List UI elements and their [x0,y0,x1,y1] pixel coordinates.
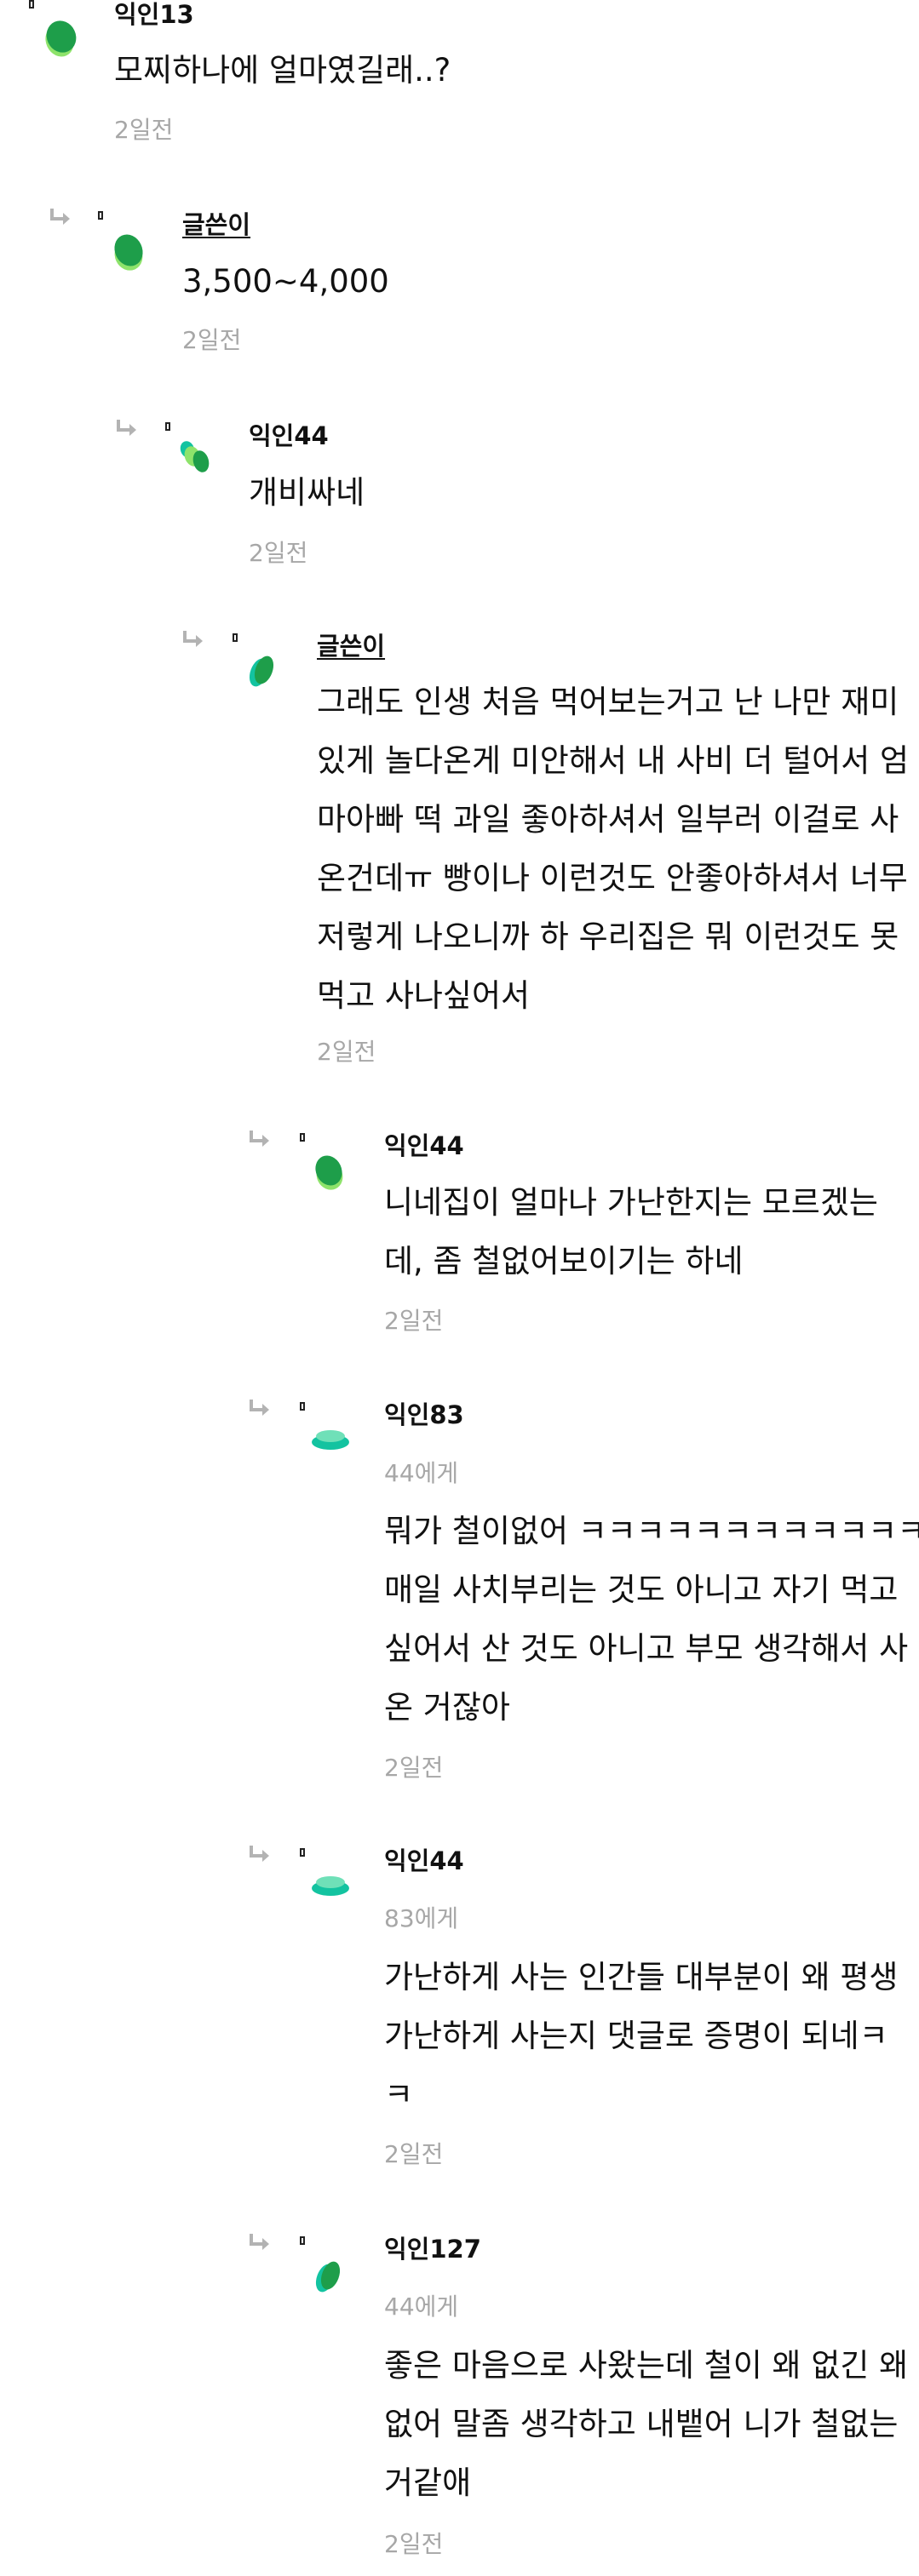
comment-body-line: 개비싸네 [249,474,365,511]
comment-author[interactable]: 글쓴이 [317,634,385,659]
comment-body: 니네집이 얼마나 가난한지는 모르겠는 데, 좀 철없어보이기는 하네 [384,1173,878,1291]
comment-time: 2일전 [384,1307,444,1335]
report-box-icon[interactable] [98,211,103,220]
comment-body: 그래도 인생 처음 먹어보는거고 난 나만 재미 있게 놀다온게 미안해서 내 … [317,673,909,1025]
report-box-icon[interactable] [29,0,34,9]
reply-arrow-icon [114,417,140,441]
comment-author[interactable]: 익인127 [384,2237,481,2262]
reply-mention[interactable]: 44에게 [384,2295,458,2319]
comment-body-line: 마아빠 떡 과일 좋아하셔서 일부러 이걸로 사 [317,801,899,838]
reply-arrow-icon [247,1843,273,1867]
comment-time: 2일전 [182,326,242,354]
comment-author[interactable]: 익인44 [249,424,329,449]
green-blob-avatar-icon[interactable] [41,15,80,60]
report-box-icon[interactable] [233,633,238,642]
comment-body-line: ㅋ [384,2076,414,2113]
multi-blob-avatar-icon[interactable] [175,436,215,480]
comment-body-line: 먹고 사나싶어서 [317,977,531,1014]
comment-body-line: 그래도 인생 처음 먹어보는거고 난 나만 재미 [317,684,899,720]
comment-body-line: 매일 사치부리는 것도 아니고 자기 먹고 [384,1571,899,1608]
flat-disc-avatar-icon[interactable] [310,1864,349,1909]
comment-time: 2일전 [384,2530,444,2558]
report-box-icon[interactable] [300,1848,305,1857]
comment-time: 2일전 [114,116,174,144]
comment-body-line: 없어 말좀 생각하고 내뱉어 니가 철없는 [384,2406,899,2442]
comment-author[interactable]: 익인13 [114,3,194,27]
comment-time: 2일전 [249,539,308,567]
comment-body: 뭐가 철이없어 ㅋㅋㅋㅋㅋㅋㅋㅋㅋㅋㅋㅋ 매일 사치부리는 것도 아니고 자기 … [384,1502,919,1737]
comment-author[interactable]: 익인83 [384,1403,464,1428]
report-box-icon[interactable] [300,1133,305,1142]
comment-body-line: 싶어서 산 것도 아니고 부모 생각해서 사 [384,1630,909,1667]
reply-arrow-icon [48,206,73,230]
comment-body: 모찌하나에 얼마였길래..? [114,41,451,100]
report-box-icon[interactable] [165,422,170,431]
comment-body: 개비싸네 [249,463,365,522]
comment-body-line: 온 거잖아 [384,1689,510,1726]
reply-arrow-icon [247,1397,273,1421]
tilted-blob-avatar-icon[interactable] [244,647,283,691]
comment-author[interactable]: 익인44 [384,1134,464,1159]
comment-body-line: 가난하게 사는 인간들 대부분이 왜 평생 [384,1959,899,1995]
comment-body-line: 온건데ㅠ 빵이나 이런것도 안좋아하셔서 너무 [317,860,908,896]
comment-body: 3,500~4,000 [182,252,389,311]
comment-author[interactable]: 글쓴이 [182,213,250,238]
comment-body-line: 있게 놀다온게 미안해서 내 사비 더 털어서 엄 [317,742,910,779]
comment-body-line: 가난하게 사는지 댓글로 증명이 되네ㅋ [384,2018,888,2054]
comment-author[interactable]: 익인44 [384,1849,464,1874]
reply-mention[interactable]: 83에게 [384,1907,458,1931]
reply-mention[interactable]: 44에게 [384,1462,458,1485]
reply-arrow-icon [247,1128,273,1152]
comment-body-line: 니네집이 얼마나 가난한지는 모르겠는 [384,1184,878,1221]
flat-disc-avatar-icon[interactable] [310,1418,349,1463]
comment-body-line: 3,500~4,000 [182,263,389,300]
tilted-blob-avatar-icon[interactable] [310,2253,349,2297]
comment-body-line: 뭐가 철이없어 ㅋㅋㅋㅋㅋㅋㅋㅋㅋㅋㅋㅋ [384,1513,919,1549]
comment-time: 2일전 [317,1038,376,1066]
comment-body: 가난하게 사는 인간들 대부분이 왜 평생 가난하게 사는지 댓글로 증명이 되… [384,1948,898,2124]
comment-body-line: 모찌하나에 얼마였길래..? [114,52,451,89]
comment-time: 2일전 [384,2140,444,2168]
comment-body: 좋은 마음으로 사왔는데 철이 왜 없긴 왜 없어 말좀 생각하고 내뱉어 니가… [384,2336,908,2512]
comment-body-line: 데, 좀 철없어보이기는 하네 [384,1243,744,1279]
green-blob-avatar-icon[interactable] [310,1149,349,1194]
comment-body-line: 거같애 [384,2464,472,2501]
comment-body-line: 저렇게 나오니까 하 우리집은 뭐 이런것도 못 [317,919,899,955]
green-blob-avatar-icon[interactable] [109,228,148,272]
report-box-icon[interactable] [300,2236,305,2245]
comment-body-line: 좋은 마음으로 사왔는데 철이 왜 없긴 왜 [384,2347,909,2384]
reply-arrow-icon [181,628,206,652]
reply-arrow-icon [247,2231,273,2255]
comment-time: 2일전 [384,1754,444,1782]
report-box-icon[interactable] [300,1402,305,1411]
